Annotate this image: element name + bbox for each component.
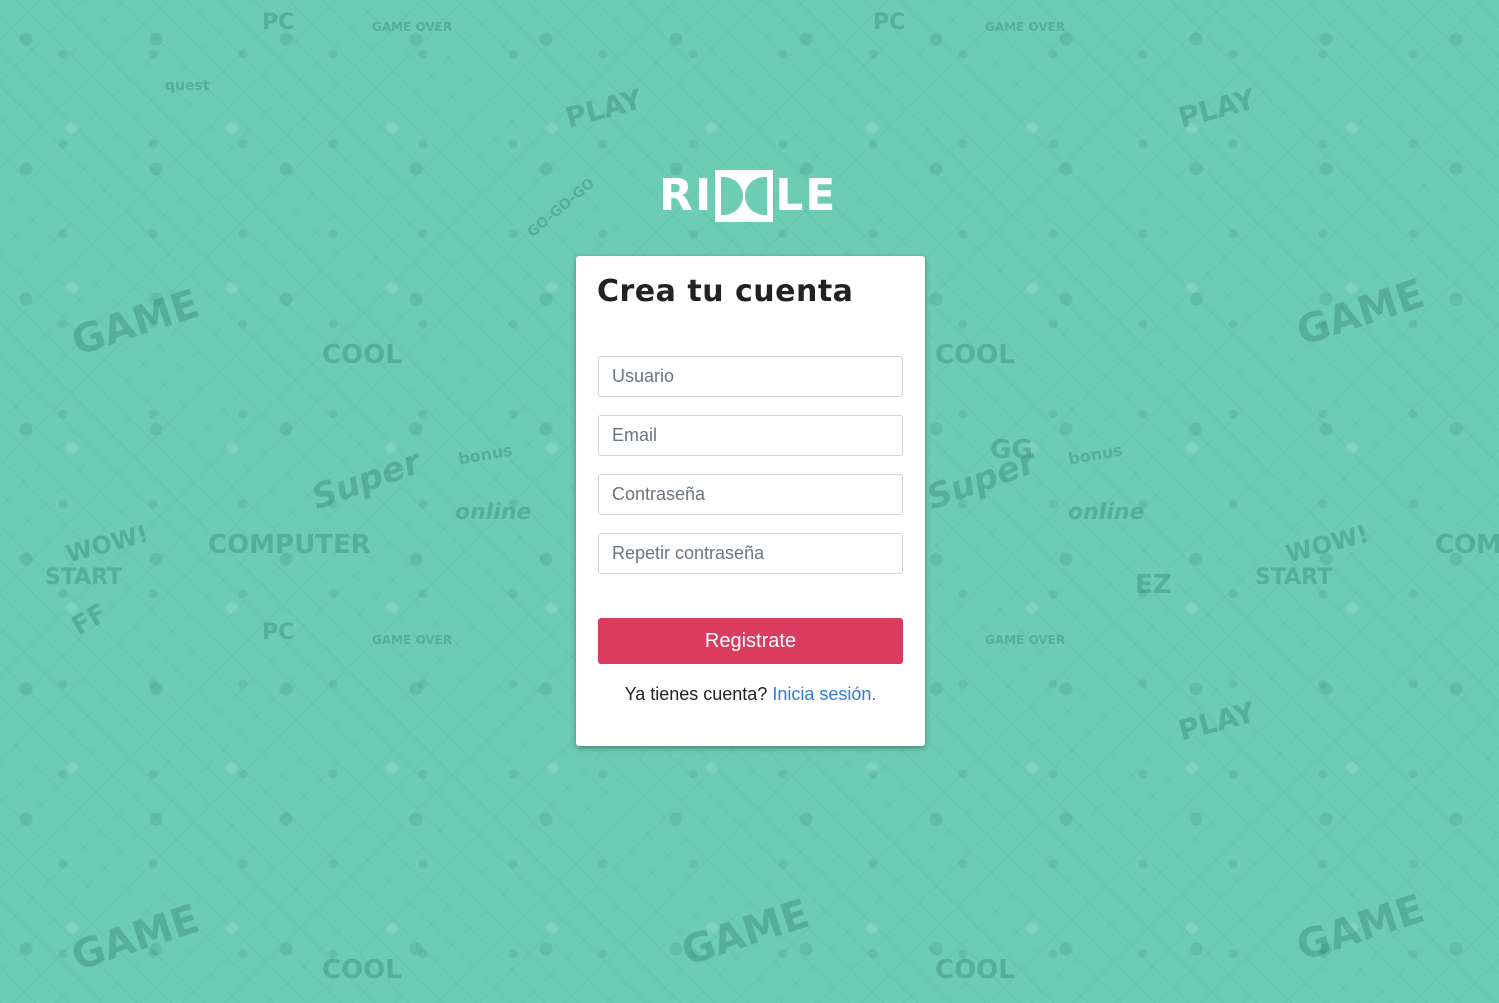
- form-title: Crea tu cuenta: [597, 274, 854, 309]
- doodle-wow-2: WOW!: [1282, 519, 1372, 569]
- doodle-quest: quest: [165, 78, 210, 94]
- doodle-play: PLAY: [562, 82, 646, 135]
- doodle-start: START: [45, 565, 123, 590]
- doodle-game-4: GAME: [66, 895, 205, 981]
- doodle-computer: COMPUTER: [208, 530, 371, 560]
- riddle-logo: RI LE: [659, 168, 840, 224]
- login-prompt-line: Ya tienes cuenta? Inicia sesión.: [576, 684, 925, 705]
- doodle-cool-3: COOL: [935, 955, 1015, 985]
- password-field[interactable]: [598, 474, 903, 515]
- email-field[interactable]: [598, 415, 903, 456]
- doodle-super-2: Super: [921, 441, 1042, 519]
- doodle-cool-2: COOL: [322, 955, 402, 985]
- logo-text-right: LE: [775, 170, 838, 221]
- doodle-play-2: PLAY: [1175, 82, 1259, 135]
- doodle-game: GAME: [66, 280, 205, 366]
- logo-text-left: RI: [659, 170, 714, 221]
- doodle-game-over-4: GAME OVER: [985, 633, 1066, 647]
- login-link[interactable]: Inicia sesión: [772, 684, 871, 704]
- doodle-play-3: PLAY: [1175, 695, 1259, 748]
- doodle-online-2: online: [1068, 500, 1145, 525]
- doodle-game-5: GAME: [1291, 885, 1430, 971]
- doodle-pc-3: PC: [873, 10, 906, 35]
- repeat-password-field[interactable]: [598, 533, 903, 574]
- doodle-pc: PC: [262, 10, 295, 35]
- doodle-ez: EZ: [1135, 570, 1172, 600]
- doodle-online: online: [455, 500, 532, 525]
- doodle-bonus: bonus: [456, 440, 514, 469]
- doodle-game-3: GAME: [676, 890, 815, 976]
- doodle-gogogo: GO-GO-GO: [524, 175, 598, 241]
- login-prompt-text: Ya tienes cuenta?: [624, 684, 773, 704]
- doodle-ff: FF: [66, 598, 113, 642]
- doodle-computer-2: COMPUTER: [1435, 530, 1499, 560]
- doodle-game-over: GAME OVER: [372, 20, 453, 34]
- register-button[interactable]: Registrate: [598, 618, 903, 664]
- doodle-super: Super: [306, 441, 427, 519]
- doodle-bonus-2: bonus: [1066, 440, 1124, 469]
- username-field[interactable]: [598, 356, 903, 397]
- login-link-suffix: .: [871, 684, 877, 704]
- doodle-cool-4: COOL: [935, 340, 1015, 370]
- logo-dd-mark: [715, 170, 774, 222]
- register-card: Crea tu cuenta Registrate Ya tienes cuen…: [576, 256, 925, 746]
- doodle-cool: COOL: [322, 340, 402, 370]
- doodle-pc-2: PC: [262, 620, 295, 645]
- doodle-wow: WOW!: [62, 519, 152, 569]
- doodle-start-2: START: [1255, 565, 1333, 590]
- doodle-game-2: GAME: [1291, 270, 1430, 356]
- doodle-game-over-3: GAME OVER: [985, 20, 1066, 34]
- doodle-game-over-2: GAME OVER: [372, 633, 453, 647]
